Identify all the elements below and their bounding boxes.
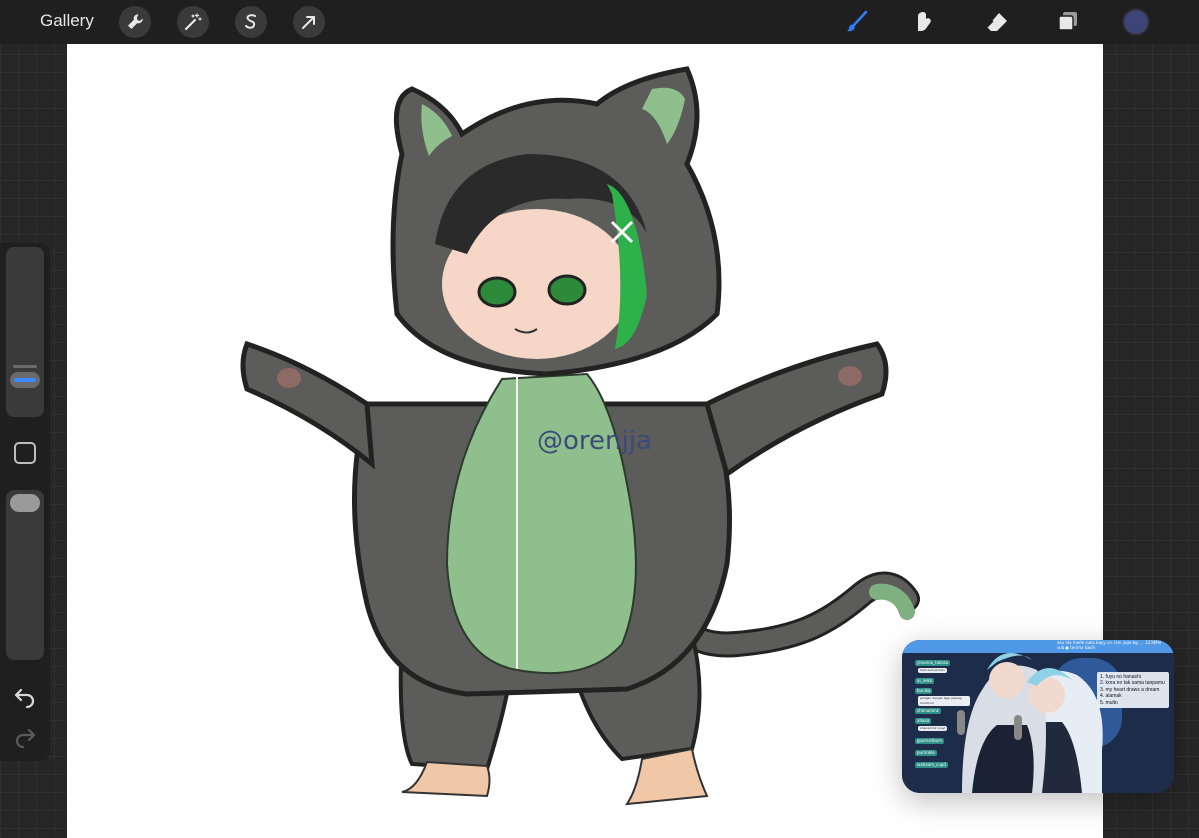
chat-message: halo semua halo	[918, 668, 947, 673]
undo-icon[interactable]	[13, 684, 37, 708]
chat-user: wahaam_cupd	[915, 762, 948, 768]
chat-user: yinumia_takasu	[915, 660, 951, 666]
selection-icon[interactable]	[235, 6, 267, 38]
gallery-button[interactable]: Gallery	[40, 11, 94, 31]
color-picker-swatch[interactable]	[1122, 8, 1150, 36]
magic-wand-icon[interactable]	[177, 6, 209, 38]
stream-header-note: aku nla mode suka bayy co. lain juga bg.…	[1057, 640, 1162, 650]
song-list-overlay: 1. fuyu no hanashi 2. kora no tak sama t…	[1097, 672, 1169, 708]
brush-size-slider-thumb[interactable]	[10, 372, 40, 388]
arrow-icon[interactable]	[293, 6, 325, 38]
chat-user: goomsitbom	[915, 738, 944, 744]
opacity-slider-thumb[interactable]	[10, 494, 40, 512]
chat-message: shenaminz nyayi	[918, 726, 948, 731]
brush-size-slider-notch	[13, 365, 37, 368]
top-toolbar: Gallery	[0, 0, 1199, 44]
artist-watermark: @orenjja	[537, 426, 652, 456]
brush-size-slider[interactable]	[6, 247, 44, 417]
layers-icon[interactable]	[1051, 6, 1083, 38]
song-item: 5. multo	[1100, 699, 1118, 706]
smudge-icon[interactable]	[909, 6, 941, 38]
opacity-slider[interactable]	[6, 490, 44, 660]
eraser-icon[interactable]	[981, 6, 1013, 38]
procreate-app: Gallery @orenjja aku nla mode suka bayy …	[0, 0, 1199, 838]
picture-in-picture-video[interactable]: aku nla mode suka bayy co. lain juga bg.…	[902, 640, 1174, 793]
modify-button[interactable]	[14, 442, 36, 464]
chat-user: ai_neko	[915, 678, 935, 684]
stream-chat-panel: yinumia_takasu halo semua halo ai_neko b…	[910, 656, 970, 776]
chat-user: ahana	[915, 718, 932, 724]
chat-user: purrinkle	[915, 750, 937, 756]
chat-user: shenaminz	[915, 708, 941, 714]
wrench-icon[interactable]	[119, 6, 151, 38]
song-item: 2. kora no tak sama tanpamu	[1100, 680, 1165, 687]
brush-icon[interactable]	[841, 6, 873, 38]
chat-user: bunika	[915, 688, 933, 694]
redo-icon[interactable]	[13, 724, 37, 748]
chat-message: pengen dengar lagu jepang duuhh ini	[918, 696, 970, 706]
